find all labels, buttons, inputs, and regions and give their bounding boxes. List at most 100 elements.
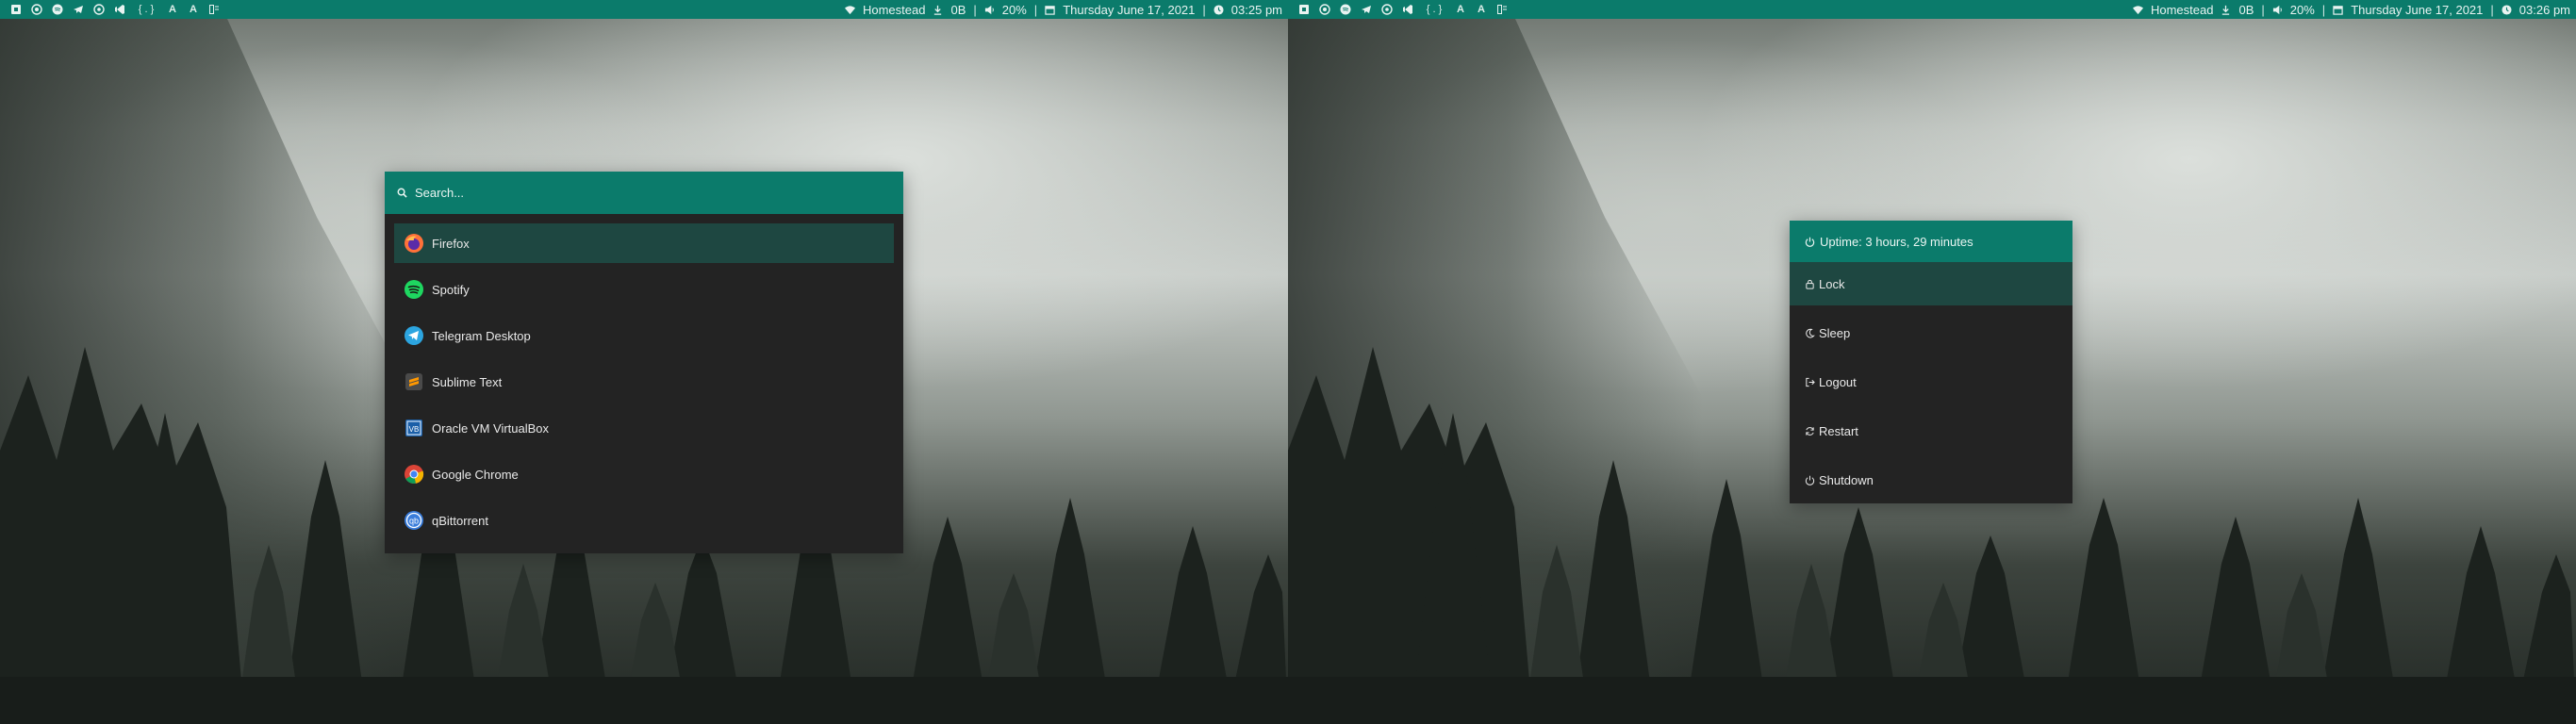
status-area: Homestead 0B | 20% | Thursday June 17, 2… — [844, 2, 1288, 17]
firefox-icon[interactable] — [26, 0, 47, 19]
app-item-firefox[interactable]: Firefox — [394, 223, 894, 263]
app-icon[interactable] — [1294, 0, 1314, 19]
app-item-sublime-text[interactable]: Sublime Text — [394, 362, 894, 402]
download-speed: 0B — [950, 2, 966, 17]
app-item-label: Google Chrome — [432, 467, 519, 482]
launcher-bar: { . } A A — [0, 0, 224, 19]
chrome-icon[interactable] — [89, 0, 109, 19]
clock-icon — [1214, 4, 1224, 15]
app-item-label: Firefox — [432, 236, 470, 251]
restart-option[interactable]: Restart — [1790, 409, 2072, 452]
calendar-icon — [2333, 5, 2343, 15]
separator: | — [2490, 2, 2494, 17]
wifi-network[interactable]: Homestead — [863, 3, 925, 17]
app-item-label: Sublime Text — [432, 374, 503, 389]
app-item-google-chrome[interactable]: Google Chrome — [394, 454, 894, 494]
lock-icon — [1806, 279, 1814, 289]
time-display[interactable]: 03:25 pm — [1231, 3, 1282, 17]
volume-icon[interactable] — [984, 5, 995, 15]
status-area: Homestead 0B | 20% | Thursday June 17, 2… — [2132, 2, 2576, 17]
search-icon — [397, 188, 407, 198]
search-bar — [385, 172, 903, 214]
separator: | — [1033, 2, 1038, 17]
vscode-icon[interactable] — [1397, 0, 1418, 19]
chrome-icon — [404, 464, 424, 485]
shutdown-option[interactable]: Shutdown — [1790, 458, 2072, 502]
date-display[interactable]: Thursday June 17, 2021 — [2351, 3, 2483, 17]
firefox-icon[interactable] — [1314, 0, 1335, 19]
top-bar: { . } A A Homestead 0B | 20% | Thursday … — [1288, 0, 2576, 19]
wifi-icon[interactable] — [844, 5, 855, 15]
app-item-telegram[interactable]: Telegram Desktop — [394, 316, 894, 355]
app-item-label: qBittorrent — [432, 513, 488, 528]
calendar-icon — [1045, 5, 1055, 15]
right-monitor: { . } A A Homestead 0B | 20% | Thursday … — [1288, 0, 2576, 724]
font-icon[interactable]: A — [1471, 0, 1492, 19]
sleep-option[interactable]: Sleep — [1790, 311, 2072, 354]
spotify-icon — [404, 279, 424, 300]
wifi-network[interactable]: Homestead — [2151, 3, 2213, 17]
app-list: Firefox Spotify Telegram Desktop Sublime… — [385, 214, 903, 540]
braces-icon[interactable]: { . } — [1418, 0, 1450, 19]
chrome-icon[interactable] — [1377, 0, 1397, 19]
telegram-icon[interactable] — [68, 0, 89, 19]
spotify-icon[interactable] — [47, 0, 68, 19]
svg-text:VB: VB — [409, 425, 420, 434]
volume-icon[interactable] — [2272, 5, 2283, 15]
clock-icon — [2502, 4, 2512, 15]
download-icon — [2221, 5, 2231, 15]
app-item-label: Oracle VM VirtualBox — [432, 420, 550, 436]
option-label: Restart — [1819, 423, 1858, 438]
vscode-icon[interactable] — [109, 0, 130, 19]
uptime-text: Uptime: 3 hours, 29 minutes — [1820, 234, 1973, 249]
download-speed: 0B — [2238, 2, 2254, 17]
logout-option[interactable]: Logout — [1790, 360, 2072, 403]
power-icon — [1805, 237, 1815, 247]
telegram-icon — [404, 325, 424, 346]
qbittorrent-icon: qb — [404, 510, 424, 531]
app-launcher: Firefox Spotify Telegram Desktop Sublime… — [385, 172, 903, 553]
app-item-label: Spotify — [432, 282, 470, 297]
lock-option[interactable]: Lock — [1790, 262, 2072, 305]
option-label: Logout — [1819, 374, 1857, 389]
sublime-icon — [404, 371, 424, 392]
left-monitor: { . } A A Homestead 0B | 20% | Thursday … — [0, 0, 1288, 724]
telegram-icon[interactable] — [1356, 0, 1377, 19]
download-icon — [933, 5, 943, 15]
svg-text:qb: qb — [409, 517, 419, 526]
logout-icon — [1806, 377, 1815, 387]
virtualbox-icon: VB — [404, 418, 424, 438]
restart-icon — [1806, 426, 1814, 436]
option-label: Sleep — [1819, 325, 1851, 340]
uptime-header: Uptime: 3 hours, 29 minutes — [1790, 221, 2072, 262]
separator: | — [973, 2, 977, 17]
volume-level[interactable]: 20% — [2290, 3, 2315, 17]
option-label: Shutdown — [1819, 472, 1874, 487]
braces-icon[interactable]: { . } — [130, 0, 162, 19]
separator: | — [1202, 2, 1206, 17]
wifi-icon[interactable] — [2132, 5, 2143, 15]
files-icon[interactable] — [1492, 0, 1512, 19]
volume-level[interactable]: 20% — [1002, 3, 1027, 17]
firefox-icon — [404, 233, 424, 254]
app-icon[interactable] — [6, 0, 26, 19]
spotify-icon[interactable] — [1335, 0, 1356, 19]
date-display[interactable]: Thursday June 17, 2021 — [1063, 3, 1195, 17]
app-item-label: Telegram Desktop — [432, 328, 531, 343]
app-item-spotify[interactable]: Spotify — [394, 270, 894, 309]
files-icon[interactable] — [204, 0, 224, 19]
font-icon[interactable]: A — [162, 0, 183, 19]
top-bar: { . } A A Homestead 0B | 20% | Thursday … — [0, 0, 1288, 19]
power-icon — [1805, 475, 1815, 485]
separator: | — [2261, 2, 2265, 17]
search-input[interactable] — [415, 186, 867, 200]
power-menu: Uptime: 3 hours, 29 minutes Lock Sleep L… — [1790, 221, 2072, 503]
app-item-virtualbox[interactable]: VB Oracle VM VirtualBox — [394, 408, 894, 448]
power-options: Lock Sleep Logout Restart Shutdown — [1790, 262, 2072, 502]
option-label: Lock — [1819, 276, 1845, 291]
font-icon[interactable]: A — [183, 0, 204, 19]
launcher-bar: { . } A A — [1288, 0, 1512, 19]
font-icon[interactable]: A — [1450, 0, 1471, 19]
app-item-qbittorrent[interactable]: qb qBittorrent — [394, 501, 894, 540]
time-display[interactable]: 03:26 pm — [2519, 3, 2570, 17]
